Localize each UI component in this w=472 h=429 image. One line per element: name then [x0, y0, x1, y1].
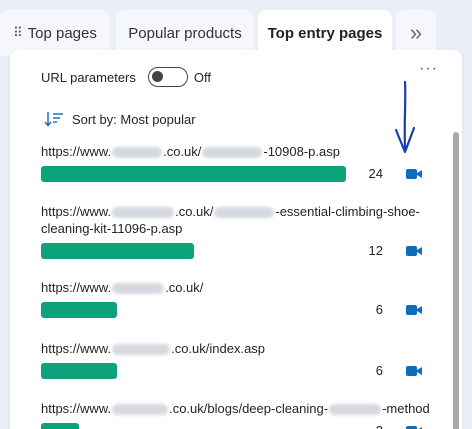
url-part: -method	[382, 401, 430, 416]
annotation-arrow-icon	[394, 80, 416, 154]
url-part: .co.uk/	[163, 144, 202, 159]
url-parameters-toggle[interactable]	[147, 67, 188, 87]
chevron-double-right-icon: »	[409, 20, 423, 45]
tab-bar: ⠿ Top pages Popular products Top entry p…	[0, 0, 472, 56]
url-part: https://www.	[41, 280, 112, 295]
list-item[interactable]: https://www. .co.uk/ -10908-p.asp 24	[41, 143, 431, 184]
page-url[interactable]: https://www. .co.uk/index.asp	[41, 340, 431, 357]
visits-bar	[41, 423, 79, 429]
list-item[interactable]: https://www. .co.uk/ 6	[41, 279, 431, 320]
page-url[interactable]: https://www. .co.uk/blogs/deep-cleaning- -…	[41, 400, 431, 417]
visit-count: 12	[368, 243, 383, 258]
url-parameters-row: URL parameters Off	[41, 66, 211, 88]
video-camera-icon[interactable]	[405, 303, 423, 317]
visit-count: 24	[368, 166, 383, 181]
more-options-icon[interactable]: ···	[419, 60, 438, 78]
visit-count: 6	[375, 363, 383, 378]
url-part: cleaning-kit-11096-p.asp	[41, 221, 183, 236]
redacted-text	[112, 404, 169, 416]
redacted-text	[112, 344, 171, 356]
video-camera-icon[interactable]	[405, 364, 423, 378]
redacted-text	[112, 207, 175, 219]
list-item[interactable]: https://www. .co.uk/index.asp 6	[41, 340, 431, 381]
url-part: .co.uk/	[175, 204, 214, 219]
url-part: .co.uk/index.asp	[171, 341, 266, 356]
tab-label: Top entry pages	[267, 24, 383, 42]
toggle-knob	[151, 71, 163, 82]
video-camera-icon[interactable]	[405, 167, 423, 181]
visits-bar-row: 12	[41, 243, 431, 261]
visits-bar-row: 24	[41, 166, 431, 184]
url-part: https://www.	[41, 204, 112, 219]
drag-handle-icon[interactable]: ⠿	[13, 25, 22, 41]
url-part: https://www.	[41, 341, 112, 356]
sort-label: Sort by: Most popular	[72, 111, 196, 127]
url-part: .co.uk/blogs/deep-cleaning-	[169, 401, 329, 416]
url-part: .co.uk/	[165, 280, 204, 295]
visits-bar-row: 6	[41, 302, 431, 320]
toggle-state-label: Off	[193, 69, 211, 85]
redacted-text	[112, 283, 165, 295]
visits-bar	[41, 302, 117, 318]
visits-bar-row: 3	[41, 423, 431, 429]
sort-descending-icon	[44, 112, 63, 127]
list-item[interactable]: https://www. .co.uk/ -essential-climbing-s…	[41, 203, 431, 261]
url-part: -10908-p.asp	[263, 144, 340, 159]
visits-bar	[41, 166, 346, 182]
list-item[interactable]: https://www. .co.uk/blogs/deep-cleaning- -…	[41, 400, 431, 429]
redacted-text	[202, 147, 263, 159]
sort-button[interactable]: Sort by: Most popular	[44, 111, 196, 127]
visit-count: 3	[353, 423, 383, 429]
tab-label: Top pages	[27, 24, 97, 42]
redacted-text	[112, 147, 163, 159]
video-camera-icon[interactable]	[405, 424, 423, 429]
visit-count: 6	[375, 302, 383, 317]
url-parameters-label: URL parameters	[41, 69, 136, 85]
redacted-text	[214, 207, 275, 219]
redacted-text	[329, 404, 382, 416]
page-url[interactable]: https://www. .co.uk/	[41, 279, 431, 296]
visits-bar	[41, 363, 117, 379]
page-url[interactable]: https://www. .co.uk/ -10908-p.asp	[41, 143, 431, 160]
visits-bar-row: 6	[41, 363, 431, 381]
tab-label: Popular products	[128, 24, 242, 42]
scrollbar-thumb[interactable]	[453, 132, 459, 429]
visits-bar	[41, 243, 194, 259]
url-part: -essential-climbing-shoe-	[275, 204, 420, 219]
url-part: https://www.	[41, 144, 112, 159]
url-part: https://www.	[41, 401, 112, 416]
video-camera-icon[interactable]	[405, 244, 423, 258]
page-url[interactable]: https://www. .co.uk/ -essential-climbing-s…	[41, 203, 431, 237]
